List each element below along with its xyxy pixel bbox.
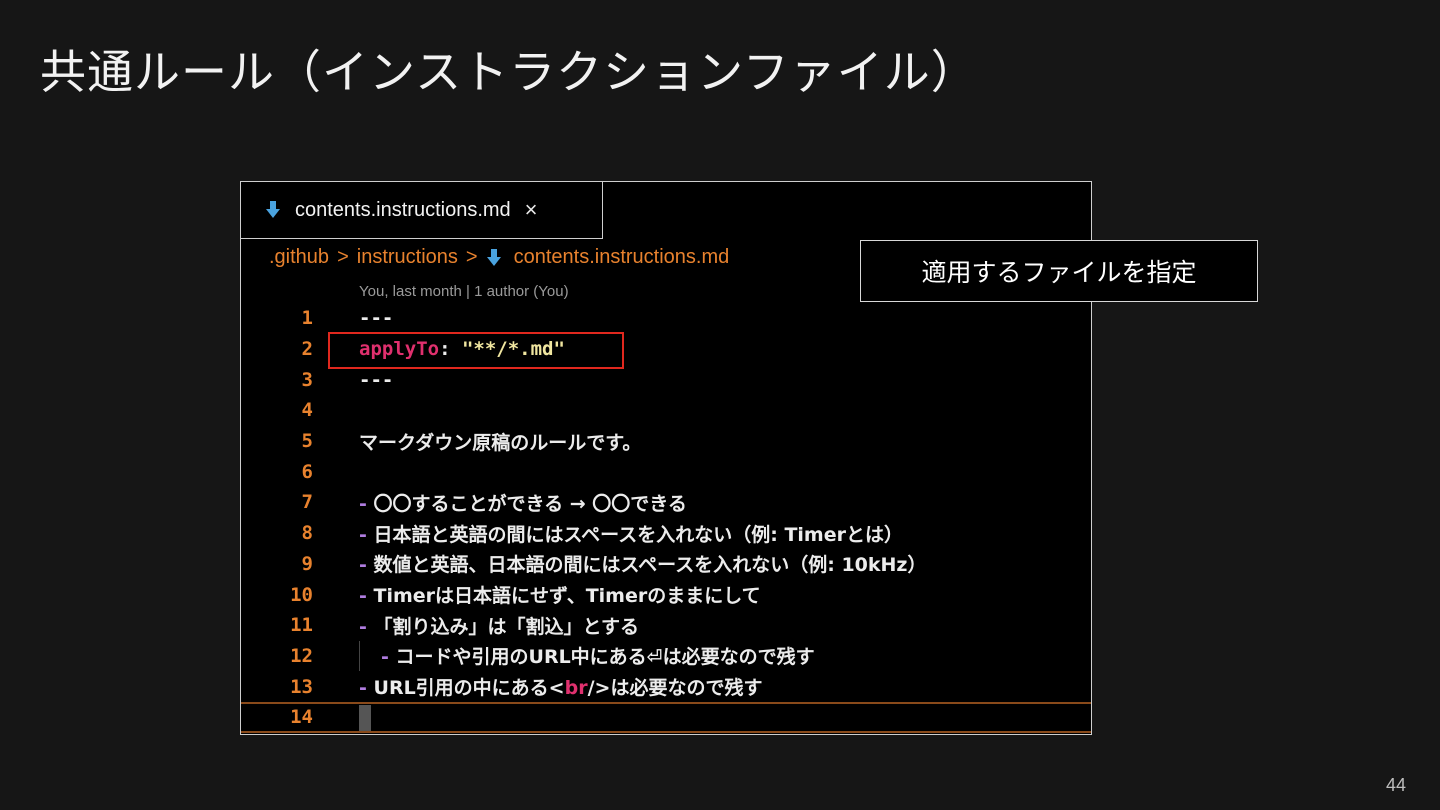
breadcrumb-file[interactable]: contents.instructions.md [514, 246, 730, 269]
callout-box: 適用するファイルを指定 [860, 240, 1258, 302]
list-bullet: - [359, 492, 367, 515]
line-number: 8 [301, 522, 313, 545]
editor-tab[interactable]: contents.instructions.md × [241, 182, 603, 239]
list-text: Timerは日本語にせず、Timerのままにして [373, 585, 761, 608]
line-number: 14 [290, 706, 313, 729]
list-bullet: - [381, 646, 389, 669]
line-text: - URL引用の中にある<br/>は必要なので残す [359, 673, 762, 700]
line-number: 10 [290, 583, 313, 606]
line-number: 3 [301, 368, 313, 391]
line-number: 1 [301, 307, 313, 330]
line-text: - 日本語と英語の間にはスペースを入れない（例: Timerとは） [359, 520, 903, 547]
breadcrumb-instructions[interactable]: instructions [357, 246, 458, 269]
code-line[interactable]: 10 - Timerは日本語にせず、Timerのままにして [241, 579, 1091, 610]
list-text: 日本語と英語の間にはスペースを入れない（例: Timerとは） [373, 523, 903, 546]
line-text: - Timerは日本語にせず、Timerのままにして [359, 581, 761, 608]
indent-guide [359, 640, 360, 671]
line-number: 2 [301, 338, 313, 361]
code-line[interactable]: 12 - コードや引用のURL中にある⏎は必要なので残す [241, 640, 1091, 672]
applyto-highlight-box [328, 332, 624, 369]
code-line[interactable]: 11 - 「割り込み」は「割込」とする [241, 610, 1091, 641]
list-bullet: - [359, 585, 367, 608]
line-text: - 〇〇することができる → 〇〇できる [359, 489, 687, 516]
list-text: コードや引用のURL中にある⏎は必要なので残す [395, 646, 815, 669]
markdown-down-arrow-icon [486, 248, 501, 266]
line-number: 12 [290, 644, 313, 667]
close-icon[interactable]: × [525, 197, 538, 223]
breadcrumb: .github > instructions > contents.instru… [269, 246, 729, 269]
line-number: 13 [290, 675, 313, 698]
line-text: --- [359, 307, 394, 330]
list-text-after: />は必要なので残す [587, 677, 763, 700]
list-bullet: - [359, 677, 367, 700]
git-blame-annotation[interactable]: You, last month | 1 author (You) [359, 283, 569, 300]
code-line[interactable]: 5 マークダウン原稿のルールです。 [241, 426, 1091, 457]
slide-title: 共通ルール（インストラクションファイル） [40, 45, 978, 99]
list-text: 〇〇することができる → 〇〇できる [373, 492, 687, 515]
text-cursor [359, 704, 371, 731]
page-number: 44 [1385, 775, 1406, 795]
line-number: 5 [301, 430, 313, 453]
list-bullet: - [359, 554, 367, 577]
callout-text: 適用するファイルを指定 [921, 258, 1197, 287]
list-text: 数値と英語、日本語の間にはスペースを入れない（例: 10kHz） [373, 554, 927, 577]
code-line[interactable]: 13 - URL引用の中にある<br/>は必要なので残す [241, 671, 1091, 702]
tab-filename: contents.instructions.md [295, 198, 511, 221]
markdown-down-arrow-icon [266, 201, 280, 218]
line-text: - コードや引用のURL中にある⏎は必要なので残す [381, 642, 815, 669]
code-line[interactable]: 6 [241, 456, 1091, 487]
code-line[interactable]: 8 - 日本語と英語の間にはスペースを入れない（例: Timerとは） [241, 518, 1091, 549]
line-number: 11 [290, 614, 313, 637]
list-text: 「割り込み」は「割込」とする [373, 615, 639, 638]
line-number: 6 [301, 460, 313, 483]
list-text-before: URL引用の中にある< [373, 677, 565, 700]
line-number: 9 [301, 552, 313, 575]
line-text: - 「割り込み」は「割込」とする [359, 612, 639, 639]
chevron-right-icon: > [465, 246, 478, 268]
line-text: マークダウン原稿のルールです。 [359, 431, 642, 454]
code-line[interactable]: 4 [241, 395, 1091, 426]
line-text: - 数値と英語、日本語の間にはスペースを入れない（例: 10kHz） [359, 550, 927, 577]
breadcrumb-github[interactable]: .github [269, 246, 329, 269]
html-tag: br [564, 677, 588, 700]
chevron-right-icon: > [337, 246, 349, 268]
code-line[interactable]: 7 - 〇〇することができる → 〇〇できる [241, 487, 1091, 518]
line-number: 4 [301, 399, 313, 422]
line-number: 7 [301, 491, 313, 514]
list-bullet: - [359, 523, 367, 546]
code-line[interactable]: 1 --- [241, 303, 1091, 334]
code-line-current[interactable]: 14 [241, 702, 1091, 733]
code-line[interactable]: 9 - 数値と英語、日本語の間にはスペースを入れない（例: 10kHz） [241, 549, 1091, 580]
list-bullet: - [359, 615, 367, 638]
line-text: --- [359, 368, 394, 391]
